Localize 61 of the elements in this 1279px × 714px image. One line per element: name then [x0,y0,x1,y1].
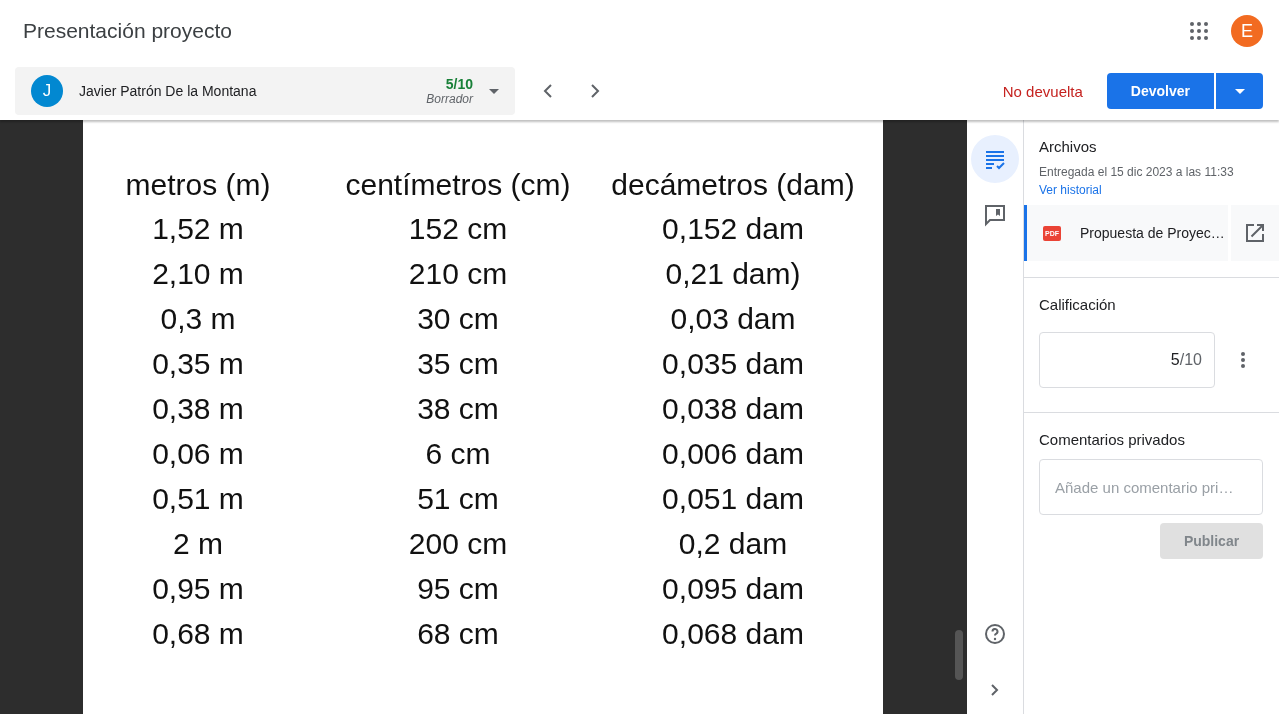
table-cell-text: 2 m [173,526,223,562]
account-avatar[interactable]: E [1231,15,1263,47]
caret-icon [1234,88,1245,94]
table-cell-text: 0,068 dam [662,616,804,652]
table-cell-text: 152 cm [408,211,508,247]
table-cell-text: 68 cm [417,616,499,652]
private-comments-heading: Comentarios privados [1039,431,1186,448]
student-grade: 5/10 [445,76,473,92]
scrollbar-thumb[interactable] [955,630,963,680]
table-cell-text: 0,035 dam [662,346,804,382]
table-cell-text: 0,051 dam [662,481,804,517]
draft-status: Borrador [426,92,473,106]
return-button[interactable]: Devolver [1106,73,1214,109]
student-name: Javier Patrón De la Montana [79,83,258,99]
table-cell-text: 0,152 dam [662,211,804,247]
help-icon[interactable] [983,622,1007,646]
checklist-icon-button[interactable] [971,135,1019,183]
table-cell-text: 30 cm [417,301,499,337]
table-cell-text: 0,38 m [152,391,244,427]
return-status: No devuelta [1002,82,1083,100]
table-cell-text: 51 cm [417,481,499,517]
grade-heading: Calificación [1039,296,1117,313]
table-cell-text: 35 cm [417,346,499,382]
column-header: metros (m) [125,167,271,203]
table-cell-text: 0,03 dam [670,301,796,337]
open-external-icon [1246,224,1264,242]
column-header: decámetros (dam) [611,167,855,203]
table-cell-text: 0,038 dam [662,391,804,427]
file-name: Propuesta de Proyec… [1080,225,1225,241]
submission-date: Entregada el 15 dic 2023 a las 11:33 [1039,165,1235,179]
table-cell-text: 0,68 m [152,616,244,652]
table-cell-text: 38 cm [417,391,499,427]
student-selector[interactable]: J Javier Patrón De la Montana 5/10 Borrador [15,67,515,115]
comment-icon [983,203,1007,227]
table-cell-text: 0,2 dam [678,526,788,562]
table-cell-text: 95 cm [417,571,499,607]
files-heading: Archivos [1039,138,1098,155]
table-cell-text: 0,21 dam) [665,256,801,292]
table-cell-text: 0,006 dam [662,436,804,472]
chevron-left-icon[interactable] [542,84,552,98]
comment-field[interactable]: Añade un comentario pri… [1039,459,1263,515]
apps-grid-icon[interactable] [1187,19,1211,43]
table-cell-text: 0,3 m [160,301,236,337]
table-cell-text: 2,10 m [152,256,244,292]
chevron-right-icon[interactable] [590,84,600,98]
assignment-title: Presentación proyecto [23,19,233,43]
table-cell-text: 0,35 m [152,346,244,382]
student-avatar: J [31,75,63,107]
table-cell-text: 0,06 m [152,436,244,472]
table-cell-text: 0,51 m [152,481,244,517]
table-cell-text: 200 cm [408,526,508,562]
column-header: centímetros (cm) [345,167,571,203]
view-history-link[interactable]: Ver historial [1039,183,1102,197]
dropdown-caret-icon [489,88,499,94]
open-external-button[interactable] [1231,205,1279,261]
table-cell-text: 0,095 dam [662,571,804,607]
table-cell-text: 6 cm [425,436,491,472]
table-cell-text: 0,95 m [152,571,244,607]
grade-field[interactable]: 5/10 [1039,332,1215,388]
table-cell-text: 1,52 m [152,211,244,247]
table-cell-text: 210 cm [408,256,508,292]
